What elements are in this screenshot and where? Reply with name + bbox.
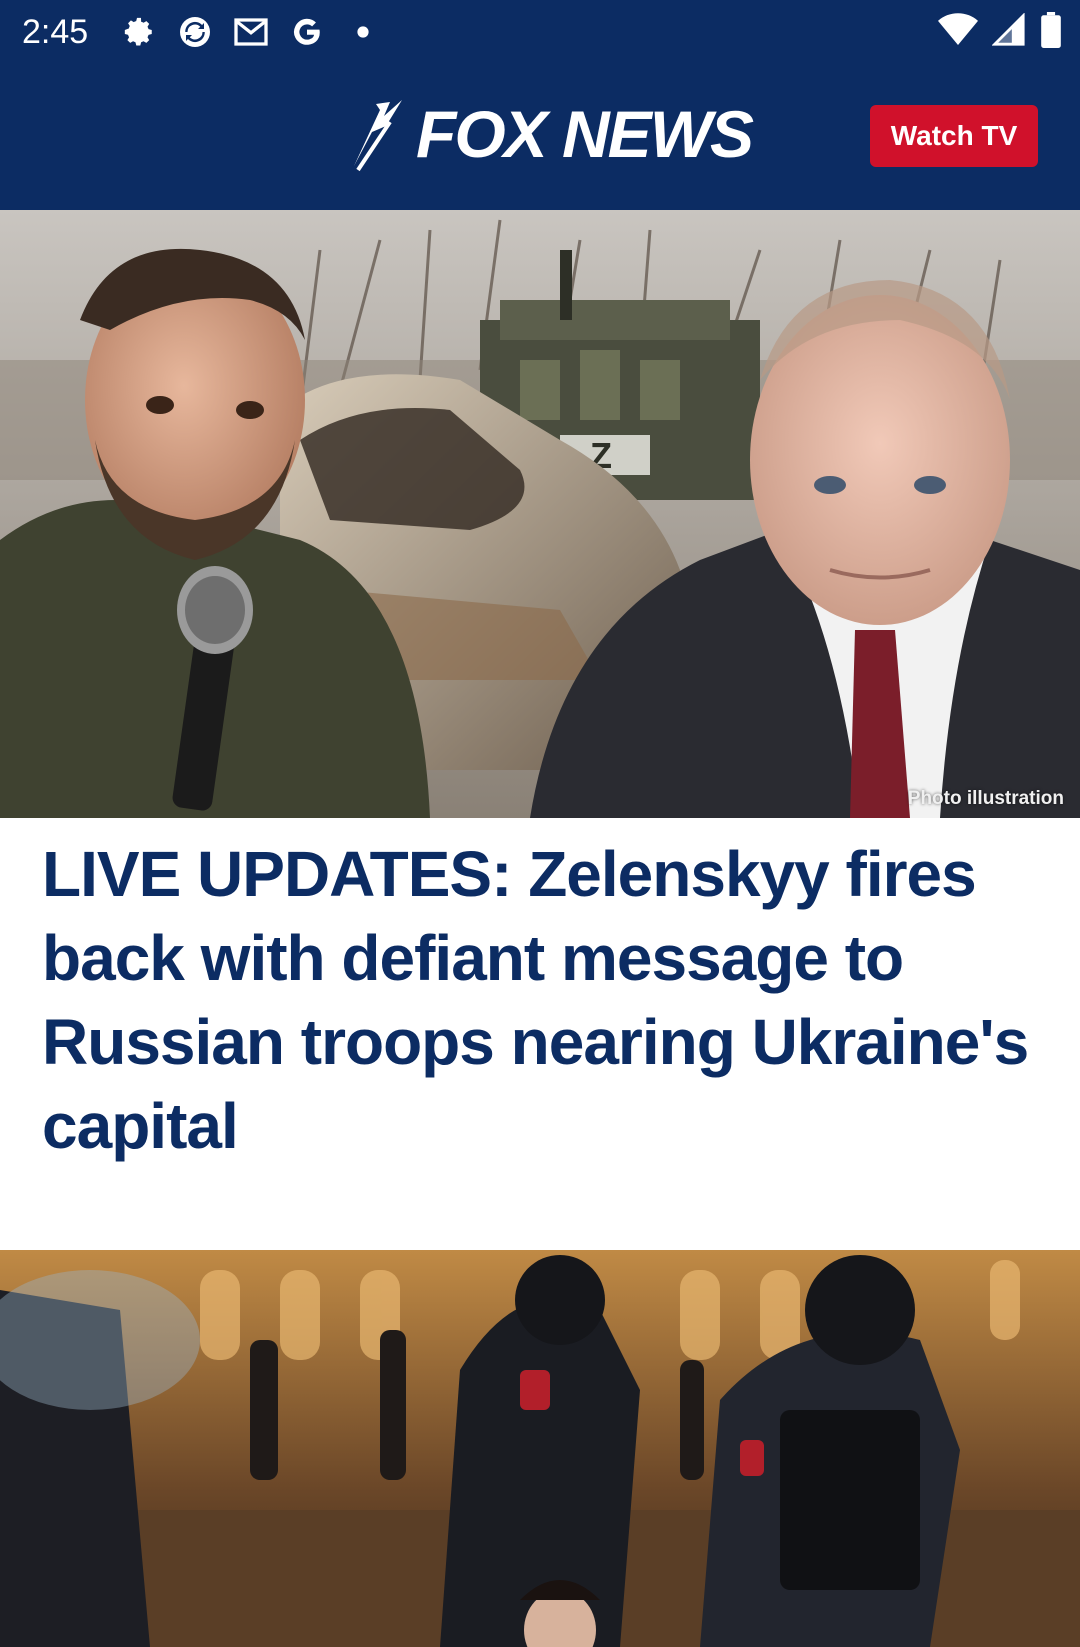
gmail-icon — [232, 13, 270, 51]
logo-text: FOX NEWS — [416, 97, 754, 171]
hero-image[interactable]: Z Photo illustration — [0, 210, 1080, 818]
wifi-icon — [938, 13, 978, 52]
hero-photo-illustration: Z — [0, 210, 1080, 818]
dot-icon — [344, 13, 382, 51]
status-icons-left — [120, 13, 382, 51]
headline-link[interactable]: LIVE UPDATES: Zelenskyy fires back with … — [42, 832, 1042, 1168]
signal-icon — [991, 12, 1026, 52]
status-time: 2:45 — [22, 13, 89, 51]
second-story-photo — [0, 1250, 1080, 1647]
fox-news-logo[interactable]: FOX NEWS — [346, 96, 754, 172]
settings-icon — [120, 13, 158, 51]
second-story-image[interactable] — [0, 1250, 1080, 1647]
photo-credit: Photo illustration — [907, 788, 1064, 809]
app-header: FOX NEWS Watch TV — [0, 66, 1080, 210]
sync-icon — [176, 13, 214, 51]
fox-news-logo-mark — [354, 100, 402, 172]
google-icon — [288, 13, 326, 51]
battery-icon — [1040, 12, 1062, 53]
status-bar: 2:45 — [0, 0, 1080, 66]
status-icons-right — [938, 12, 1062, 53]
watch-tv-button[interactable]: Watch TV — [870, 105, 1038, 167]
